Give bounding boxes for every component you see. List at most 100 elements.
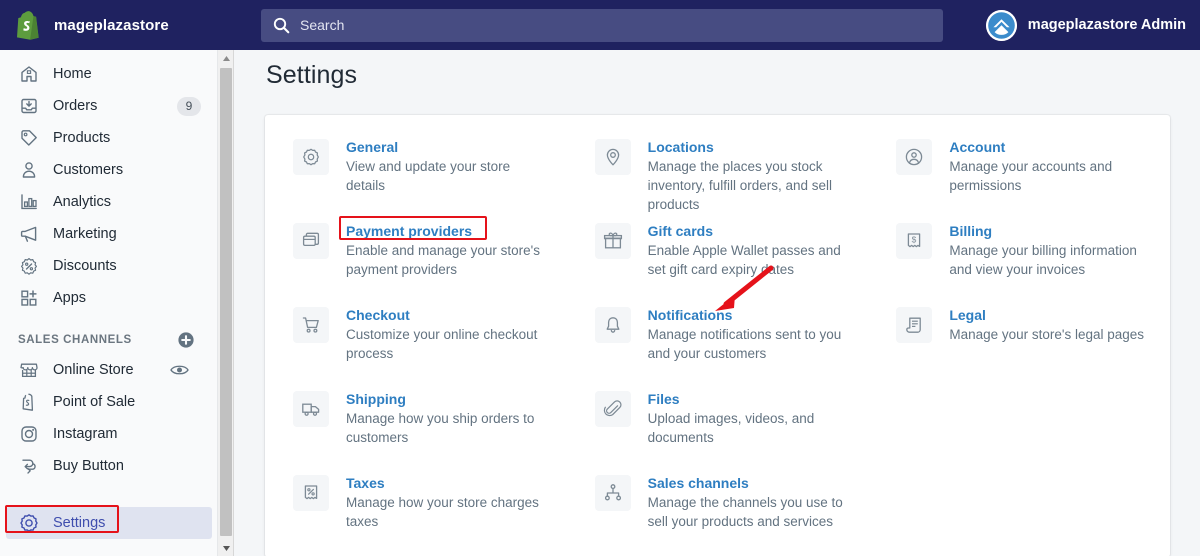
sidebar-item-label: Home bbox=[53, 66, 92, 82]
settings-item-title[interactable]: Notifications bbox=[648, 306, 851, 324]
settings-item-title[interactable]: Locations bbox=[648, 138, 851, 156]
brand-name: mageplazastore bbox=[54, 16, 169, 34]
scrollbar-thumb[interactable] bbox=[220, 68, 232, 536]
svg-text:$: $ bbox=[912, 235, 917, 245]
settings-item-title[interactable]: Files bbox=[648, 390, 851, 408]
settings-item-body: Taxes Manage how your store charges taxe… bbox=[346, 473, 549, 556]
settings-item-files[interactable]: Files Upload images, videos, and documen… bbox=[567, 389, 869, 473]
sales-channels-section-header: SALES CHANNELS bbox=[0, 326, 217, 354]
home-icon bbox=[18, 64, 39, 85]
settings-item-general[interactable]: General View and update your store detai… bbox=[265, 137, 567, 221]
sidebar-item-products[interactable]: Products bbox=[6, 122, 211, 154]
settings-item-locations[interactable]: Locations Manage the places you stock in… bbox=[567, 137, 869, 221]
online-store-icon bbox=[18, 360, 39, 381]
shopify-bag-icon bbox=[14, 10, 42, 40]
legal-scroll-icon bbox=[896, 307, 933, 343]
settings-item-desc: Manage your store's legal pages bbox=[949, 327, 1145, 342]
settings-item-body: Gift cards Enable Apple Wallet passes an… bbox=[648, 221, 851, 305]
settings-item-desc: Manage your accounts and permissions bbox=[949, 159, 1113, 193]
settings-item-title[interactable]: Sales channels bbox=[648, 474, 851, 492]
settings-item-body: Checkout Customize your online checkout … bbox=[346, 305, 549, 389]
paperclip-icon bbox=[594, 391, 631, 427]
settings-item-checkout[interactable]: Checkout Customize your online checkout … bbox=[265, 305, 567, 389]
settings-item-billing[interactable]: $ Billing Manage your billing informatio… bbox=[868, 221, 1170, 305]
scroll-up-arrow-icon[interactable] bbox=[218, 50, 234, 66]
settings-item-gift-cards[interactable]: Gift cards Enable Apple Wallet passes an… bbox=[567, 221, 869, 305]
settings-item-desc: Enable and manage your store's payment p… bbox=[346, 243, 540, 277]
settings-item-shipping[interactable]: Shipping Manage how you ship orders to c… bbox=[265, 389, 567, 473]
search-icon bbox=[273, 17, 290, 34]
settings-item-taxes[interactable]: Taxes Manage how your store charges taxe… bbox=[265, 473, 567, 556]
settings-item-body: Legal Manage your store's legal pages bbox=[949, 305, 1144, 389]
settings-item-empty-1 bbox=[868, 389, 1170, 473]
section-title: SALES CHANNELS bbox=[18, 334, 132, 346]
settings-item-body: General View and update your store detai… bbox=[346, 137, 549, 221]
brand[interactable]: mageplazastore bbox=[0, 0, 243, 50]
search-input[interactable]: Search bbox=[261, 8, 943, 42]
settings-item-title[interactable]: Shipping bbox=[346, 390, 549, 408]
eye-icon[interactable] bbox=[170, 363, 189, 377]
sidebar-item-apps[interactable]: Apps bbox=[6, 282, 211, 314]
gear-icon bbox=[293, 139, 329, 175]
sidebar-item-instagram[interactable]: Instagram bbox=[6, 418, 211, 450]
analytics-bars-icon bbox=[18, 192, 39, 213]
sales-channels-node-icon bbox=[594, 475, 631, 511]
buy-button-icon bbox=[18, 456, 39, 477]
sidebar-item-label: Online Store bbox=[53, 362, 134, 378]
settings-item-desc: Enable Apple Wallet passes and set gift … bbox=[647, 243, 841, 277]
settings-item-title[interactable]: Payment providers bbox=[346, 222, 549, 240]
plus-circle-icon[interactable] bbox=[177, 331, 195, 349]
sidebar-item-settings[interactable]: Settings bbox=[6, 507, 212, 539]
checkout-cart-icon bbox=[293, 307, 329, 343]
settings-item-desc: Manage notifications sent to you and you… bbox=[647, 327, 842, 361]
gift-card-icon bbox=[594, 223, 631, 259]
page-title: Settings bbox=[266, 61, 358, 89]
settings-item-legal[interactable]: Legal Manage your store's legal pages bbox=[868, 305, 1170, 389]
settings-card: General View and update your store detai… bbox=[265, 115, 1170, 556]
settings-item-sales-channels[interactable]: Sales channels Manage the channels you u… bbox=[567, 473, 869, 556]
sidebar-item-label: Settings bbox=[53, 515, 106, 531]
sidebar-item-label: Marketing bbox=[53, 226, 117, 242]
top-bar: mageplazastore Search mageplazastore Adm… bbox=[0, 0, 1200, 50]
settings-item-title[interactable]: Account bbox=[949, 138, 1152, 156]
settings-item-desc: Manage your billing information and view… bbox=[949, 243, 1137, 277]
settings-item-title[interactable]: Gift cards bbox=[648, 222, 851, 240]
account-menu[interactable]: mageplazastore Admin bbox=[985, 0, 1186, 50]
orders-inbox-icon bbox=[18, 96, 39, 117]
sidebar-item-label: Discounts bbox=[53, 258, 117, 274]
taxes-percent-receipt-icon bbox=[293, 475, 329, 511]
sidebar-item-online-store[interactable]: Online Store bbox=[6, 354, 211, 386]
scroll-down-arrow-icon[interactable] bbox=[218, 540, 234, 556]
settings-item-title[interactable]: Legal bbox=[949, 306, 1144, 324]
settings-item-body: Locations Manage the places you stock in… bbox=[648, 137, 851, 221]
sidebar-item-analytics[interactable]: Analytics bbox=[6, 186, 211, 218]
sidebar-item-marketing[interactable]: Marketing bbox=[6, 218, 211, 250]
sidebar-item-customers[interactable]: Customers bbox=[6, 154, 211, 186]
settings-item-title[interactable]: Checkout bbox=[346, 306, 549, 324]
sidebar-item-orders[interactable]: Orders 9 bbox=[6, 90, 211, 122]
settings-item-payment-providers[interactable]: Payment providers Enable and manage your… bbox=[265, 216, 567, 305]
sidebar-item-buy-button[interactable]: Buy Button bbox=[6, 450, 211, 482]
settings-item-body: Payment providers Enable and manage your… bbox=[339, 216, 549, 305]
sidebar: Home Orders 9 Products Customers Analyti… bbox=[0, 50, 218, 556]
shopify-admin-window: mageplazastore Search mageplazastore Adm… bbox=[0, 0, 1200, 556]
settings-item-title[interactable]: Taxes bbox=[346, 474, 549, 492]
settings-item-title[interactable]: Billing bbox=[949, 222, 1152, 240]
settings-item-desc: Manage the places you stock inventory, f… bbox=[647, 159, 832, 212]
sidebar-scrollbar[interactable] bbox=[218, 50, 234, 556]
settings-item-desc: Upload images, videos, and documents bbox=[647, 411, 815, 445]
settings-item-body: Billing Manage your billing information … bbox=[949, 221, 1152, 305]
sidebar-item-label: Apps bbox=[53, 290, 87, 306]
customers-person-icon bbox=[18, 160, 39, 181]
billing-receipt-icon: $ bbox=[896, 223, 933, 259]
sidebar-item-discounts[interactable]: Discounts bbox=[6, 250, 211, 282]
sidebar-item-home[interactable]: Home bbox=[6, 58, 211, 90]
account-name: mageplazastore Admin bbox=[1027, 17, 1186, 33]
sidebar-item-label: Instagram bbox=[53, 426, 118, 442]
settings-item-account[interactable]: Account Manage your accounts and permiss… bbox=[868, 137, 1170, 221]
apps-grid-plus-icon bbox=[18, 288, 39, 309]
sidebar-item-point-of-sale[interactable]: Point of Sale bbox=[6, 386, 211, 418]
settings-item-desc: View and update your store details bbox=[346, 159, 511, 193]
settings-item-title[interactable]: General bbox=[346, 138, 549, 156]
settings-item-notifications[interactable]: Notifications Manage notifications sent … bbox=[567, 305, 869, 389]
